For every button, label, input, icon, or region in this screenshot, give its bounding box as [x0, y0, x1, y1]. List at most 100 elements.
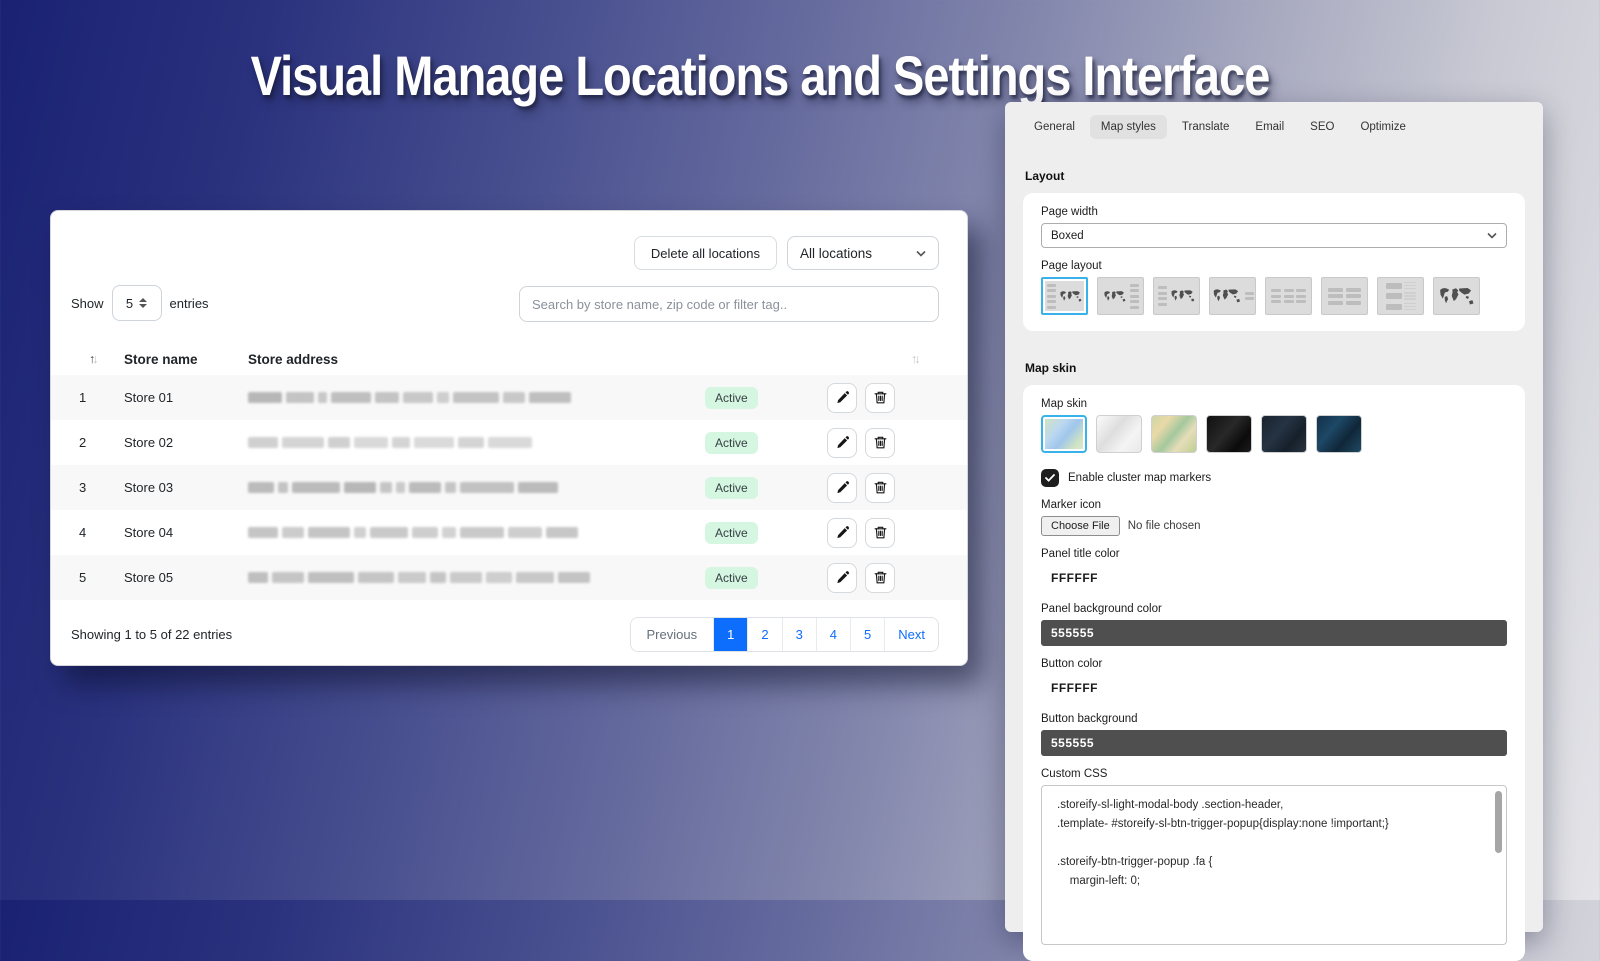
custom-css-textarea[interactable]: .storeify-sl-light-modal-body .section-h… [1041, 785, 1507, 945]
page-width-select[interactable]: Boxed [1041, 223, 1507, 248]
color-field-label: Button background [1041, 713, 1507, 725]
map-skin-option-ocean[interactable] [1316, 415, 1362, 453]
locations-filter-select[interactable]: All locations [787, 236, 939, 270]
pagination-page-2[interactable]: 2 [747, 618, 781, 651]
row-index: 4 [51, 525, 124, 540]
edit-store-button[interactable] [827, 383, 857, 413]
scrollbar-thumb[interactable] [1495, 791, 1502, 853]
pagination-page-3[interactable]: 3 [782, 618, 816, 651]
store-address-redacted [248, 437, 705, 448]
pagination-page-5[interactable]: 5 [850, 618, 884, 651]
edit-store-button[interactable] [827, 428, 857, 458]
page-layout-option-sidebar-left-with-map[interactable] [1041, 277, 1088, 315]
table-row: 3Store 03Active [51, 465, 967, 510]
pagination-previous[interactable]: Previous [631, 618, 714, 651]
page-layout-option-sidebar-left-with-map-alt[interactable] [1153, 277, 1200, 315]
search-input[interactable] [519, 286, 939, 322]
chevron-down-icon [916, 250, 926, 257]
chevron-down-icon [1487, 232, 1497, 239]
show-entries-control: Show 5 entries [71, 285, 209, 321]
store-address-redacted [248, 527, 705, 538]
store-address-redacted [248, 482, 705, 493]
file-chosen-text: No file chosen [1128, 520, 1201, 532]
tab-optimize[interactable]: Optimize [1349, 115, 1416, 139]
world-map-icon [1438, 285, 1476, 308]
locations-filter-value: All locations [800, 246, 872, 261]
tab-seo[interactable]: SEO [1299, 115, 1345, 139]
map-skin-option-night[interactable] [1261, 415, 1307, 453]
tab-email[interactable]: Email [1244, 115, 1295, 139]
page-layout-option-wide-map-with-list[interactable] [1209, 277, 1256, 315]
color-input-button-background[interactable]: 555555 [1041, 730, 1507, 756]
map-skin-option-terrain[interactable] [1151, 415, 1197, 453]
choose-file-button[interactable]: Choose File [1041, 516, 1120, 536]
store-name: Store 04 [124, 525, 248, 540]
sort-icon[interactable]: ↑↓ [911, 352, 967, 366]
map-skin-option-light[interactable] [1041, 415, 1087, 453]
column-header-store-name[interactable]: Store name [124, 352, 248, 367]
map-skin-option-black[interactable] [1206, 415, 1252, 453]
store-address-redacted [248, 392, 705, 403]
column-header-store-address[interactable]: Store address [248, 352, 705, 367]
map-skin-option-grayscale[interactable] [1096, 415, 1142, 453]
table-footer: Showing 1 to 5 of 22 entries Previous123… [71, 617, 939, 652]
pagination: Previous12345Next [630, 617, 939, 652]
sort-icon[interactable]: ↑↓ [51, 352, 124, 366]
store-name: Store 02 [124, 435, 248, 450]
color-input-panel-title-color[interactable]: FFFFFF [1041, 565, 1507, 591]
tab-translate[interactable]: Translate [1171, 115, 1241, 139]
settings-tabs: GeneralMap stylesTranslateEmailSEOOptimi… [1023, 115, 1525, 139]
delete-store-button[interactable] [865, 518, 895, 548]
page-layout-option-grid-two-columns[interactable] [1321, 277, 1368, 315]
world-map-icon [1170, 288, 1196, 304]
table-row: 4Store 04 Active [51, 510, 967, 555]
cluster-markers-label: Enable cluster map markers [1068, 472, 1211, 484]
delete-all-locations-button[interactable]: Delete all locations [634, 236, 777, 270]
tab-general[interactable]: General [1023, 115, 1086, 139]
layout-section-heading: Layout [1025, 169, 1523, 183]
color-input-button-color[interactable]: FFFFFF [1041, 675, 1507, 701]
entries-label: entries [170, 296, 209, 311]
world-map-icon [1103, 289, 1127, 304]
pencil-icon [835, 525, 850, 540]
color-input-panel-background-color[interactable]: 555555 [1041, 620, 1507, 646]
page-layout-option-map-with-sidebar-right[interactable] [1097, 277, 1144, 315]
delete-store-button[interactable] [865, 473, 895, 503]
delete-store-button[interactable] [865, 428, 895, 458]
world-map-icon [1212, 287, 1242, 305]
cluster-markers-checkbox[interactable]: Enable cluster map markers [1041, 469, 1507, 487]
entries-count-value: 5 [126, 296, 133, 311]
pencil-icon [835, 390, 850, 405]
status-badge: Active [705, 522, 758, 544]
page-layout-option-map-only[interactable] [1433, 277, 1480, 315]
table-row: 2Store 02Active [51, 420, 967, 465]
entries-count-select[interactable]: 5 [112, 285, 162, 321]
page-layout-options [1041, 277, 1507, 315]
edit-store-button[interactable] [827, 563, 857, 593]
edit-store-button[interactable] [827, 518, 857, 548]
pagination-page-1[interactable]: 1 [713, 618, 747, 651]
custom-css-label: Custom CSS [1041, 768, 1507, 780]
marker-icon-file-input: Choose File No file chosen [1041, 516, 1507, 536]
stepper-arrows-icon [139, 298, 147, 308]
tab-map-styles[interactable]: Map styles [1090, 115, 1167, 139]
trash-icon [873, 525, 888, 540]
delete-store-button[interactable] [865, 563, 895, 593]
page-layout-option-grid-three-columns[interactable] [1265, 277, 1312, 315]
map-skin-section-heading: Map skin [1025, 361, 1523, 375]
pagination-page-4[interactable]: 4 [816, 618, 850, 651]
status-badge: Active [705, 387, 758, 409]
checkbox-checked-icon [1041, 469, 1059, 487]
store-name: Store 05 [124, 570, 248, 585]
marker-icon-label: Marker icon [1041, 499, 1507, 511]
color-field-label: Panel background color [1041, 603, 1507, 615]
world-map-icon [1059, 289, 1083, 304]
custom-css-content: .storeify-sl-light-modal-body .section-h… [1057, 796, 1488, 891]
row-index: 3 [51, 480, 124, 495]
delete-store-button[interactable] [865, 383, 895, 413]
edit-store-button[interactable] [827, 473, 857, 503]
pagination-next[interactable]: Next [884, 618, 938, 651]
page-layout-option-list-rows[interactable] [1377, 277, 1424, 315]
store-name: Store 01 [124, 390, 248, 405]
show-label: Show [71, 296, 104, 311]
